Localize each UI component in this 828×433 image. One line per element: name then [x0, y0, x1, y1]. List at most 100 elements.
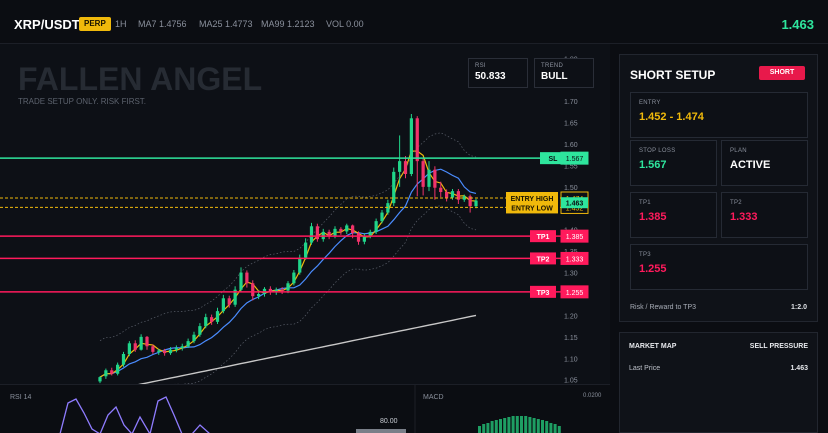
macd-bar	[486, 423, 490, 433]
macd-bar	[507, 417, 511, 433]
setup-title: SHORT SETUP	[630, 68, 716, 82]
macd-bar	[478, 426, 481, 433]
entry-low-tag-label: ENTRY LOW	[511, 205, 553, 212]
timeframe-label[interactable]: 1H	[115, 19, 127, 29]
candle-body	[221, 298, 225, 312]
risk-reward-label: Risk / Reward to TP3	[630, 304, 697, 311]
watermark-title: FALLEN ANGEL	[18, 61, 262, 97]
entry-box: ENTRY 1.452 - 1.474	[630, 92, 808, 138]
candle-body	[409, 118, 413, 174]
candle-body	[239, 272, 243, 290]
tp2-tag-label: TP2	[537, 256, 550, 263]
y-tick-label: 1.50	[564, 185, 578, 192]
y-tick-label: 1.10	[564, 356, 578, 363]
tp1-label: TP1	[639, 200, 651, 206]
candle-body	[198, 326, 202, 335]
candle-body	[439, 187, 443, 192]
volume-readout: VOL 0.00	[326, 19, 364, 29]
watermark-subtitle: TRADE SETUP ONLY. RISK FIRST.	[18, 97, 146, 106]
rsi-level-label: 80.00	[380, 418, 398, 425]
indicator-panels: RSI 14 MACD 80.00 0.0200	[0, 384, 610, 433]
candle-body	[251, 283, 255, 297]
macd-bar	[557, 426, 561, 433]
candle-body	[450, 191, 455, 198]
candle-body	[121, 354, 126, 365]
candle-body	[351, 225, 355, 234]
candle-body	[304, 242, 308, 258]
market-map-card: MARKET MAP SELL PRESSURE Last Price 1.46…	[619, 332, 818, 433]
macd-bar	[532, 418, 536, 433]
candle-body	[227, 298, 231, 305]
macd-bar	[536, 419, 540, 433]
risk-reward-value: 1:2.0	[791, 304, 807, 311]
plan-label: PLAN	[730, 148, 747, 154]
macd-bar	[511, 416, 515, 433]
candle-body	[345, 225, 349, 232]
tp2-price-label: 1.333	[566, 256, 584, 263]
macd-bar	[499, 419, 502, 433]
tp1-value: 1.385	[639, 211, 667, 223]
candle-body	[174, 348, 178, 350]
ma25-readout: MA25 1.4773	[199, 19, 253, 29]
entry-label: ENTRY	[639, 100, 661, 106]
rsi-line	[59, 396, 210, 433]
tp2-label: TP2	[730, 200, 742, 206]
candle-body	[286, 283, 290, 291]
perp-badge: PERP	[79, 17, 111, 31]
macd-histogram	[478, 416, 561, 433]
rsi-series-line	[59, 396, 210, 433]
rsi-label: RSI	[475, 63, 486, 69]
chart-canvas[interactable]: FALLEN ANGEL TRADE SETUP ONLY. RISK FIRS…	[0, 44, 610, 384]
candle-body	[398, 161, 402, 172]
candle-body	[104, 370, 108, 377]
macd-bar	[549, 423, 553, 433]
candle-body	[421, 161, 425, 187]
tp2-box: TP2 1.333	[721, 192, 808, 238]
candle-body	[168, 349, 173, 354]
candle-body	[292, 272, 296, 284]
y-tick-label: 1.30	[564, 271, 578, 278]
candle-body	[157, 350, 161, 352]
ma7-readout: MA7 1.4756	[138, 19, 187, 29]
y-axis: 1.801.751.701.651.601.551.501.451.401.35…	[564, 56, 578, 384]
price-chart[interactable]: FALLEN ANGEL TRADE SETUP ONLY. RISK FIRS…	[0, 44, 610, 384]
candle-body	[192, 334, 196, 342]
y-tick-label: 1.20	[564, 313, 578, 320]
candle-body	[98, 377, 102, 382]
tp3-price-label: 1.255	[566, 290, 584, 297]
candle-body	[210, 317, 214, 322]
candle-body	[298, 257, 302, 273]
plan-value: ACTIVE	[730, 159, 771, 171]
macd-value-label: 0.0200	[583, 393, 602, 399]
short-badge[interactable]: SHORT	[759, 66, 805, 80]
tp3-box: TP3 1.255	[630, 244, 808, 290]
candle-body	[433, 169, 437, 188]
macd-bar	[515, 416, 519, 433]
last-price-value: 1.463	[790, 365, 808, 372]
candle-body	[474, 200, 478, 207]
candle-body	[257, 294, 261, 297]
stop-loss-label: STOP LOSS	[639, 148, 676, 154]
rsi-panel-title: RSI 14	[10, 394, 32, 401]
candle-body	[356, 233, 361, 242]
sl-price-label: 1.567	[566, 156, 584, 163]
plan-box: PLAN ACTIVE	[721, 140, 808, 186]
candle-body	[280, 289, 284, 291]
rsi-box: RSI 50.833	[468, 58, 528, 88]
candle-body	[186, 341, 190, 347]
ma25-line	[99, 168, 477, 378]
candle-body	[309, 226, 314, 243]
trend-label: TREND	[541, 63, 564, 69]
last-price-label: Last Price	[629, 365, 661, 372]
sell-pressure-label: SELL PRESSURE	[749, 343, 808, 350]
top-bar: XRP/USDT PERP 1H MA7 1.4756 MA25 1.4773 …	[0, 0, 828, 44]
candle-body	[133, 343, 137, 350]
tp3-tag-label: TP3	[537, 290, 550, 297]
candle-body	[145, 336, 149, 347]
candle-body	[427, 169, 431, 187]
ma99-line	[138, 314, 477, 384]
candle-body	[339, 228, 343, 232]
symbol-title[interactable]: XRP/USDT	[14, 17, 80, 32]
macd-bar	[545, 421, 549, 433]
candle-body	[333, 228, 337, 237]
